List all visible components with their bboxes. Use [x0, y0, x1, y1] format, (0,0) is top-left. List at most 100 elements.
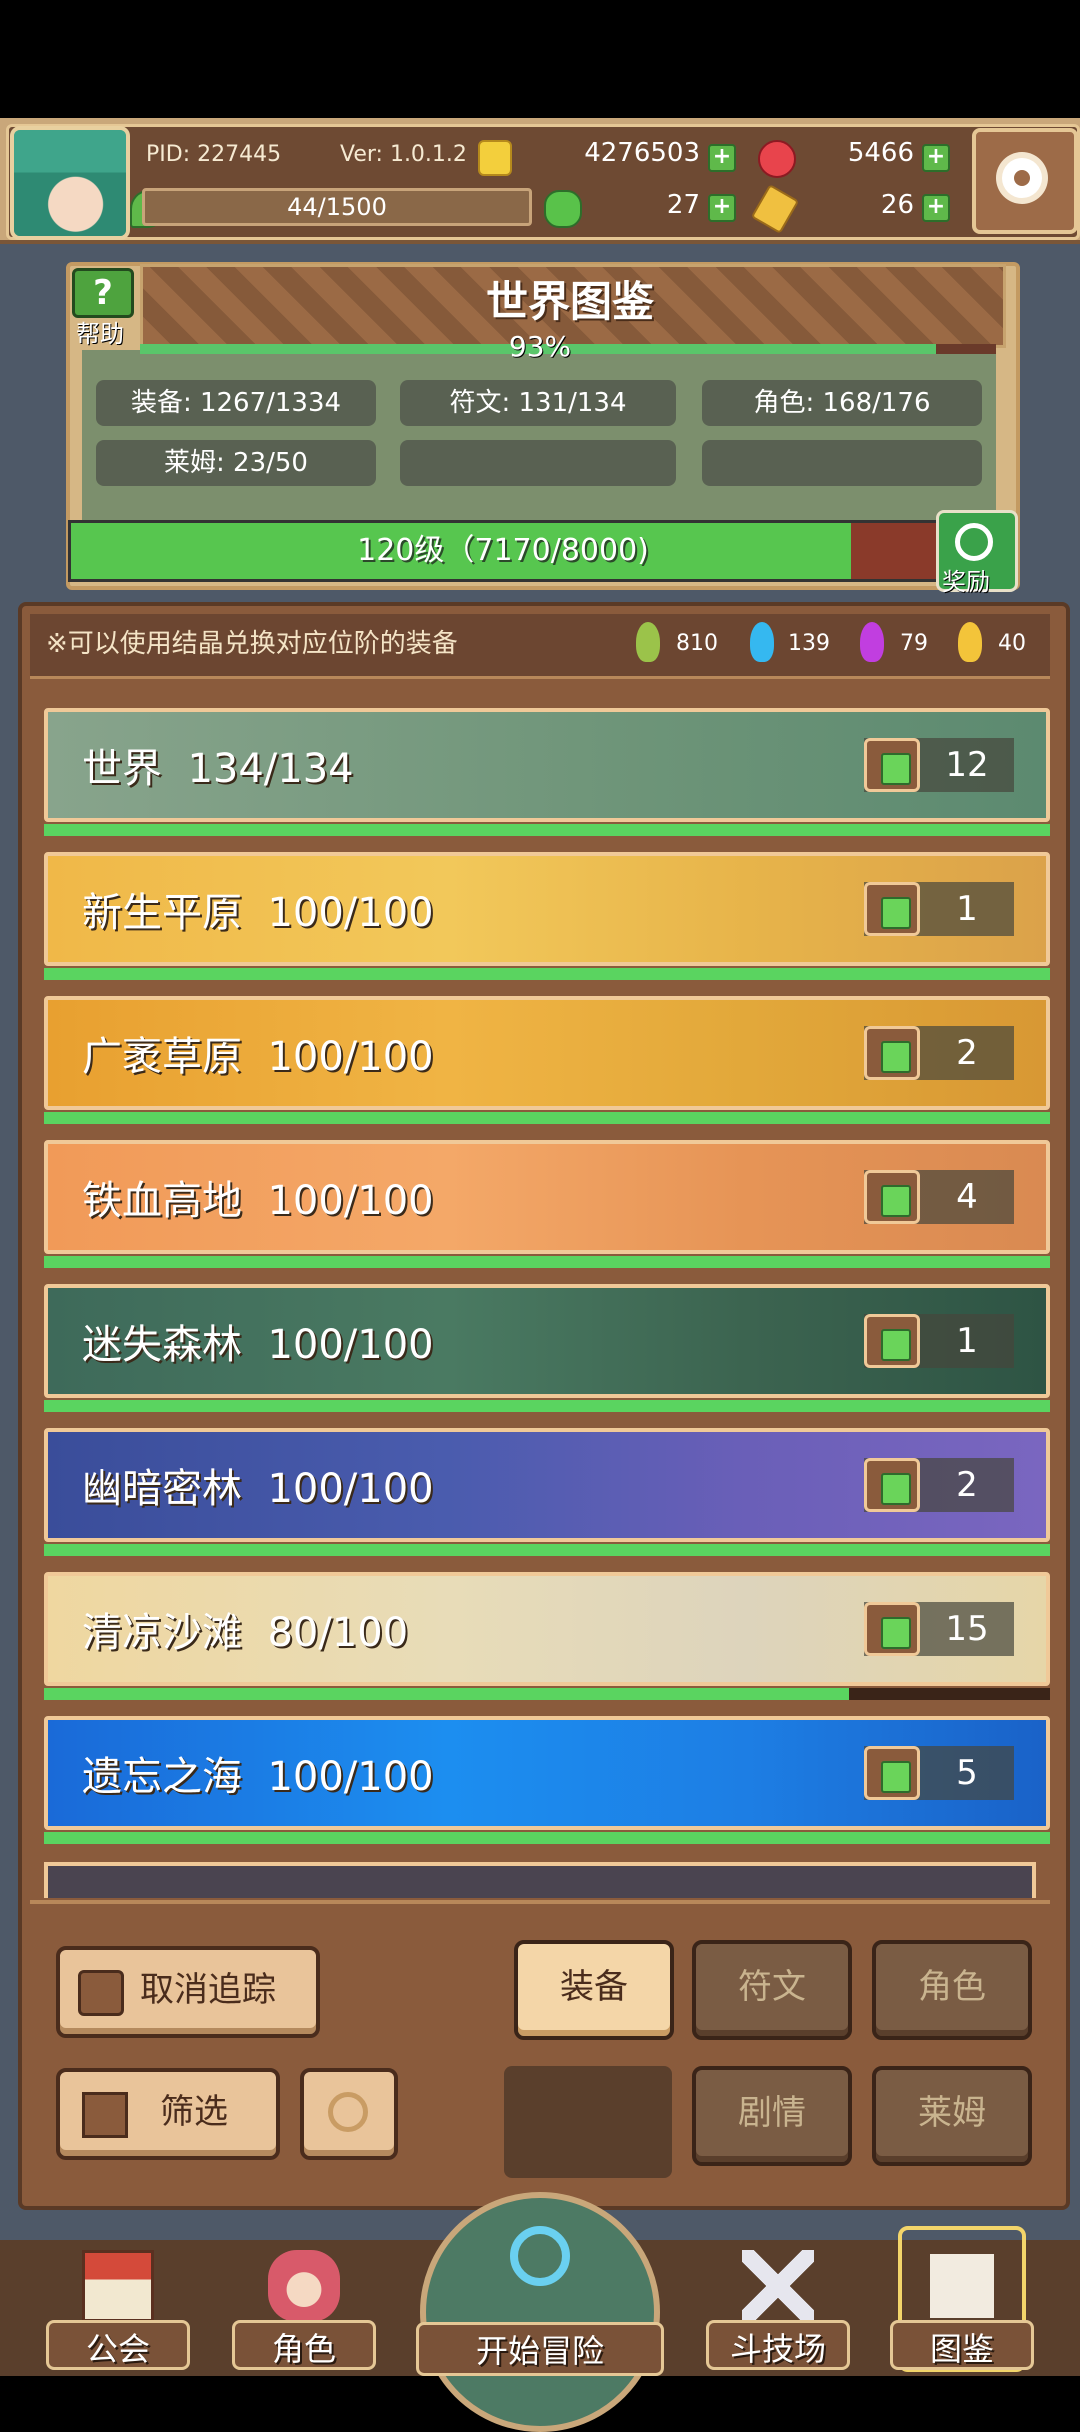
region-count: 100/100: [267, 1034, 434, 1080]
region-progress-fill: [44, 1400, 1050, 1412]
region-row[interactable]: 迷失森林 100/100 1: [44, 1284, 1050, 1414]
key-amount: 26: [880, 190, 914, 220]
avatar-portrait: [14, 130, 126, 236]
region-name: 清凉沙滩: [82, 1610, 242, 1656]
settings-button[interactable]: [972, 128, 1078, 234]
region-row[interactable]: 世界 134/134 12: [44, 708, 1050, 838]
region-progress-bar: [44, 1544, 1050, 1556]
region-row[interactable]: 幽暗密林 100/100 2: [44, 1428, 1050, 1558]
region-title: 世界 134/134: [82, 736, 354, 794]
region-title: 铁血高地 100/100: [82, 1168, 434, 1226]
add-gold-button[interactable]: +: [708, 144, 736, 172]
purple-crystal-icon: [860, 622, 884, 662]
character-face-icon: [268, 2250, 340, 2322]
track-toggle[interactable]: 12: [864, 738, 1014, 792]
thumb-up-glyph: [881, 897, 911, 929]
add-key-button[interactable]: +: [922, 194, 950, 222]
thumb-up-icon: [78, 1970, 124, 2016]
region-name: 幽暗密林: [82, 1466, 242, 1512]
region-row[interactable]: 新生平原 100/100 1: [44, 852, 1050, 982]
clover-amount: 27: [666, 190, 700, 220]
nav-arena-label: 斗技场: [729, 2330, 826, 2368]
track-toggle[interactable]: 2: [864, 1026, 1014, 1080]
stat-empty-2: [702, 440, 982, 486]
region-progress-fill: [44, 1112, 1050, 1124]
track-toggle[interactable]: 5: [864, 1746, 1014, 1800]
track-count: 5: [956, 1753, 978, 1793]
region-row[interactable]: 遗忘之海 100/100 5: [44, 1716, 1050, 1846]
stat-empty-1: [400, 440, 676, 486]
track-toggle[interactable]: 4: [864, 1170, 1014, 1224]
track-toggle[interactable]: 1: [864, 882, 1014, 936]
purple-crystal-count: 79: [900, 631, 928, 656]
tab-slime[interactable]: 莱姆: [872, 2066, 1032, 2166]
panel-divider: [30, 1900, 1050, 1904]
region-progress-bar: [44, 1832, 1050, 1844]
region-count: 134/134: [187, 746, 354, 792]
empty-tab-slot: [504, 2066, 672, 2178]
stat-slime: 莱姆: 23/50: [96, 440, 376, 486]
nav-character-label: 角色: [271, 2330, 336, 2368]
nav-guild-label: 公会: [85, 2330, 150, 2368]
blue-crystal-count: 139: [788, 631, 830, 656]
thumb-up-glyph: [881, 1329, 911, 1361]
thumb-up-icon: [864, 882, 920, 936]
add-clover-button[interactable]: +: [708, 194, 736, 222]
thumb-up-icon: [864, 1458, 920, 1512]
region-list[interactable]: 世界 134/134 12 新生平原 100/100 1 广袤草原 100/100 2 铁血…: [30, 698, 1050, 1898]
nav-start-adventure[interactable]: 开始冒险: [416, 2192, 664, 2432]
track-toggle[interactable]: 1: [864, 1314, 1014, 1368]
filter-button[interactable]: 筛选: [56, 2068, 280, 2160]
player-avatar[interactable]: [10, 126, 130, 240]
nav-character[interactable]: 角色: [232, 2230, 376, 2376]
nav-arena[interactable]: 斗技场: [706, 2230, 850, 2376]
tab-story[interactable]: 剧情: [692, 2066, 852, 2166]
track-toggle[interactable]: 2: [864, 1458, 1014, 1512]
region-progress-bar: [44, 1688, 1050, 1700]
region-count: 100/100: [267, 1466, 434, 1512]
nav-guild[interactable]: 公会: [46, 2230, 190, 2376]
region-progress-fill: [44, 1256, 1050, 1268]
region-name: 世界: [82, 746, 162, 792]
thumb-up-glyph: [881, 753, 911, 785]
region-progress-bar: [44, 824, 1050, 836]
gold-crystal-count: 40: [998, 631, 1026, 656]
region-row[interactable]: 铁血高地 100/100 4: [44, 1140, 1050, 1270]
stat-equipment: 装备: 1267/1334: [96, 380, 376, 426]
reset-filter-button[interactable]: [300, 2068, 398, 2160]
tab-equipment[interactable]: 装备: [514, 1940, 674, 2040]
region-title: 新生平原 100/100: [82, 880, 434, 938]
adventure-label: 开始冒险: [475, 2332, 604, 2370]
gold-coin-icon: [478, 140, 512, 176]
track-toggle[interactable]: 15: [864, 1602, 1014, 1656]
crystal-notice: ※可以使用结晶兑换对应位阶的装备: [46, 629, 458, 659]
thumb-up-icon: [864, 738, 920, 792]
player-id: PID: 227445: [146, 142, 282, 167]
thumb-up-glyph: [881, 1473, 911, 1505]
thumb-up-glyph: [881, 1617, 911, 1649]
thumb-up-icon: [864, 1170, 920, 1224]
region-progress-bar: [44, 1400, 1050, 1412]
untrack-button[interactable]: 取消追踪: [56, 1946, 320, 2038]
tab-character[interactable]: 角色: [872, 1940, 1032, 2040]
card-map-background: [82, 350, 996, 520]
thumb-up-glyph: [881, 1185, 911, 1217]
tab-rune[interactable]: 符文: [692, 1940, 852, 2040]
region-progress-fill: [44, 1832, 1050, 1844]
add-ruby-button[interactable]: +: [922, 144, 950, 172]
track-count: 2: [956, 1465, 978, 1505]
gold-crystal-icon: [958, 622, 982, 662]
nav-codex[interactable]: 图鉴: [890, 2226, 1034, 2376]
guild-hall-icon: [82, 2250, 154, 2322]
region-count: 80/100: [267, 1610, 409, 1656]
filter-label: 筛选: [160, 2092, 228, 2132]
stamina-bar: 44/1500: [142, 188, 532, 226]
help-button[interactable]: ? 帮助: [72, 268, 138, 348]
region-row-partial[interactable]: [44, 1862, 1036, 1898]
stat-rune: 符文: 131/134: [400, 380, 676, 426]
region-row[interactable]: 广袤草原 100/100 2: [44, 996, 1050, 1126]
track-count: 1: [956, 889, 978, 929]
region-progress-fill: [44, 968, 1050, 980]
region-row[interactable]: 清凉沙滩 80/100 15: [44, 1572, 1050, 1702]
region-title: 幽暗密林 100/100: [82, 1456, 434, 1514]
